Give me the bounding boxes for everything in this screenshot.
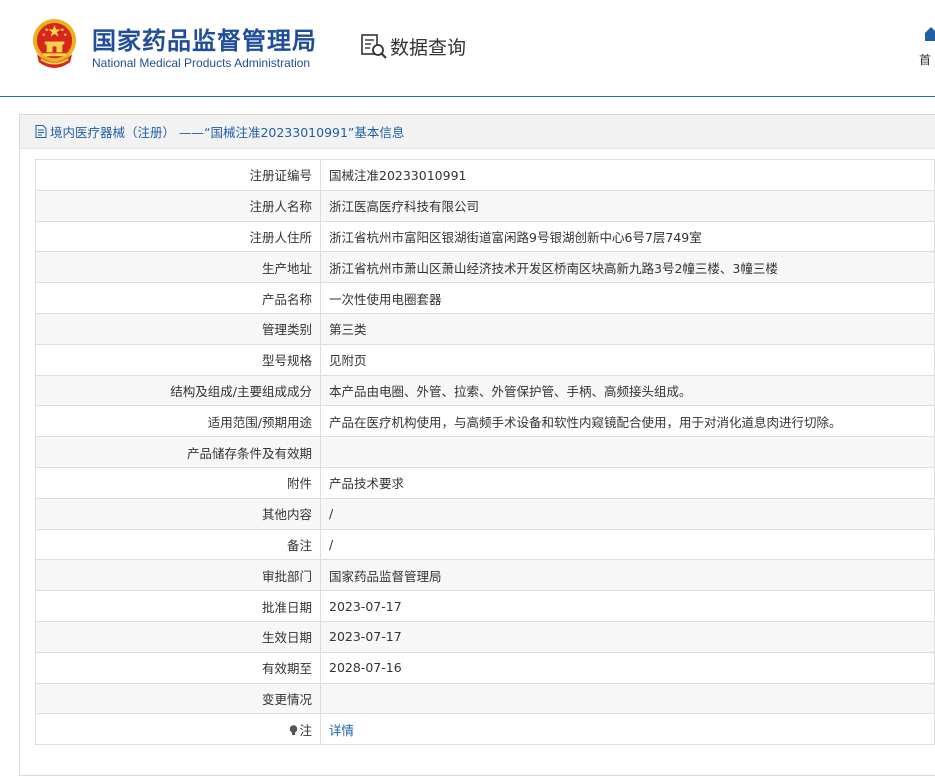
table-row: 生产地址 浙江省杭州市萧山区萧山经济技术开发区桥南区块高新九路3号2幢三楼、3幢三…: [35, 251, 935, 284]
row-label: 产品名称: [35, 282, 321, 314]
row-label: 产品储存条件及有效期: [35, 436, 321, 468]
note-label: 注: [299, 722, 312, 738]
row-value: 2028-07-16: [320, 651, 935, 684]
row-value: [320, 682, 935, 715]
row-label: 变更情况: [35, 682, 321, 715]
table-row: 审批部门 国家药品监督管理局: [35, 559, 935, 592]
note-value-cell: 详情: [320, 713, 935, 746]
table-row: 批准日期 2023-07-17: [35, 590, 935, 622]
data-query-label: 数据查询: [390, 36, 467, 59]
home-link[interactable]: 首: [919, 24, 935, 67]
row-value: [320, 436, 935, 468]
table-row: 附件 产品技术要求: [35, 466, 935, 499]
table-row: 适用范围/预期用途 产品在医疗机构使用，与高频手术设备和软性内窥镜配合使用，用于对…: [35, 405, 935, 438]
panel-title: 境内医疗器械（注册） ——“国械注准20233010991”基本信息: [50, 125, 405, 140]
lightbulb-icon: [290, 724, 298, 735]
magnifier-document-icon: [361, 34, 387, 59]
info-table: 注册证编号 国械注准20233010991 注册人名称 浙江医高医疗科技有限公司 注…: [35, 159, 935, 746]
row-value: 本产品由电圈、外管、拉索、外管保护管、手柄、高频接头组成。: [320, 374, 935, 407]
table-row: 管理类别 第三类: [35, 312, 935, 345]
row-label: 生效日期: [35, 620, 321, 653]
row-label: 其他内容: [35, 497, 321, 530]
table-row: 有效期至 2028-07-16: [35, 651, 935, 684]
row-label: 结构及组成/主要组成成分: [35, 374, 321, 407]
row-label: 注册证编号: [35, 159, 321, 191]
row-value: 浙江省杭州市富阳区银湖街道富闲路9号银湖创新中心6号7层749室: [320, 220, 935, 253]
row-value: 一次性使用电圈套器: [320, 282, 935, 314]
table-row: 产品储存条件及有效期: [35, 436, 935, 468]
home-icon: [925, 27, 935, 41]
detail-panel: 境内医疗器械（注册） ——“国械注准20233010991”基本信息 注册证编号…: [19, 114, 935, 776]
row-value: 国械注准20233010991: [320, 159, 935, 191]
table-row: 生效日期 2023-07-17: [35, 620, 935, 653]
home-label: 首: [919, 53, 932, 67]
table-row: 产品名称 一次性使用电圈套器: [35, 282, 935, 314]
row-value: 国家药品监督管理局: [320, 559, 935, 592]
site-title-cn: 国家药品监督管理局: [92, 27, 317, 55]
document-icon: [35, 125, 47, 138]
row-label: 审批部门: [35, 559, 321, 592]
row-label: 型号规格: [35, 343, 321, 376]
row-value: 产品在医疗机构使用，与高频手术设备和软性内窥镜配合使用，用于对消化道息肉进行切除…: [320, 405, 935, 438]
table-row: 型号规格 见附页: [35, 343, 935, 376]
table-row: 注册人名称 浙江医高医疗科技有限公司: [35, 189, 935, 222]
row-label: 生产地址: [35, 251, 321, 284]
panel-header: 境内医疗器械（注册） ——“国械注准20233010991”基本信息: [20, 115, 935, 149]
row-label: 附件: [35, 466, 321, 499]
row-label: 备注: [35, 528, 321, 561]
data-query-link[interactable]: 数据查询: [360, 32, 466, 60]
row-label: 管理类别: [35, 312, 321, 345]
row-value: 浙江医高医疗科技有限公司: [320, 189, 935, 222]
table-row: 其他内容 /: [35, 497, 935, 530]
row-label: 注册人名称: [35, 189, 321, 222]
row-value: /: [320, 497, 935, 530]
note-label-cell: 注: [35, 713, 321, 746]
row-value: 2023-07-17: [320, 620, 935, 653]
row-value: 第三类: [320, 312, 935, 345]
details-link[interactable]: 详情: [329, 723, 354, 738]
table-row-note: 注 详情: [35, 713, 935, 746]
table-row: 注册人住所 浙江省杭州市富阳区银湖街道富闲路9号银湖创新中心6号7层749室: [35, 220, 935, 253]
site-header: 国家药品监督管理局 National Medical Products Admi…: [0, 0, 935, 97]
row-value: /: [320, 528, 935, 561]
row-label: 有效期至: [35, 651, 321, 684]
table-row: 备注 /: [35, 528, 935, 561]
table-row: 结构及组成/主要组成成分 本产品由电圈、外管、拉索、外管保护管、手柄、高频接头组成…: [35, 374, 935, 407]
table-row: 变更情况: [35, 682, 935, 715]
row-label: 批准日期: [35, 590, 321, 622]
row-label: 注册人住所: [35, 220, 321, 253]
table-row: 注册证编号 国械注准20233010991: [35, 159, 935, 191]
row-label: 适用范围/预期用途: [35, 405, 321, 438]
site-title-en: National Medical Products Administration: [92, 56, 311, 70]
national-emblem-icon: [32, 19, 77, 68]
row-value: 产品技术要求: [320, 466, 935, 499]
row-value: 见附页: [320, 343, 935, 376]
row-value: 浙江省杭州市萧山区萧山经济技术开发区桥南区块高新九路3号2幢三楼、3幢三楼: [320, 251, 935, 284]
row-value: 2023-07-17: [320, 590, 935, 622]
